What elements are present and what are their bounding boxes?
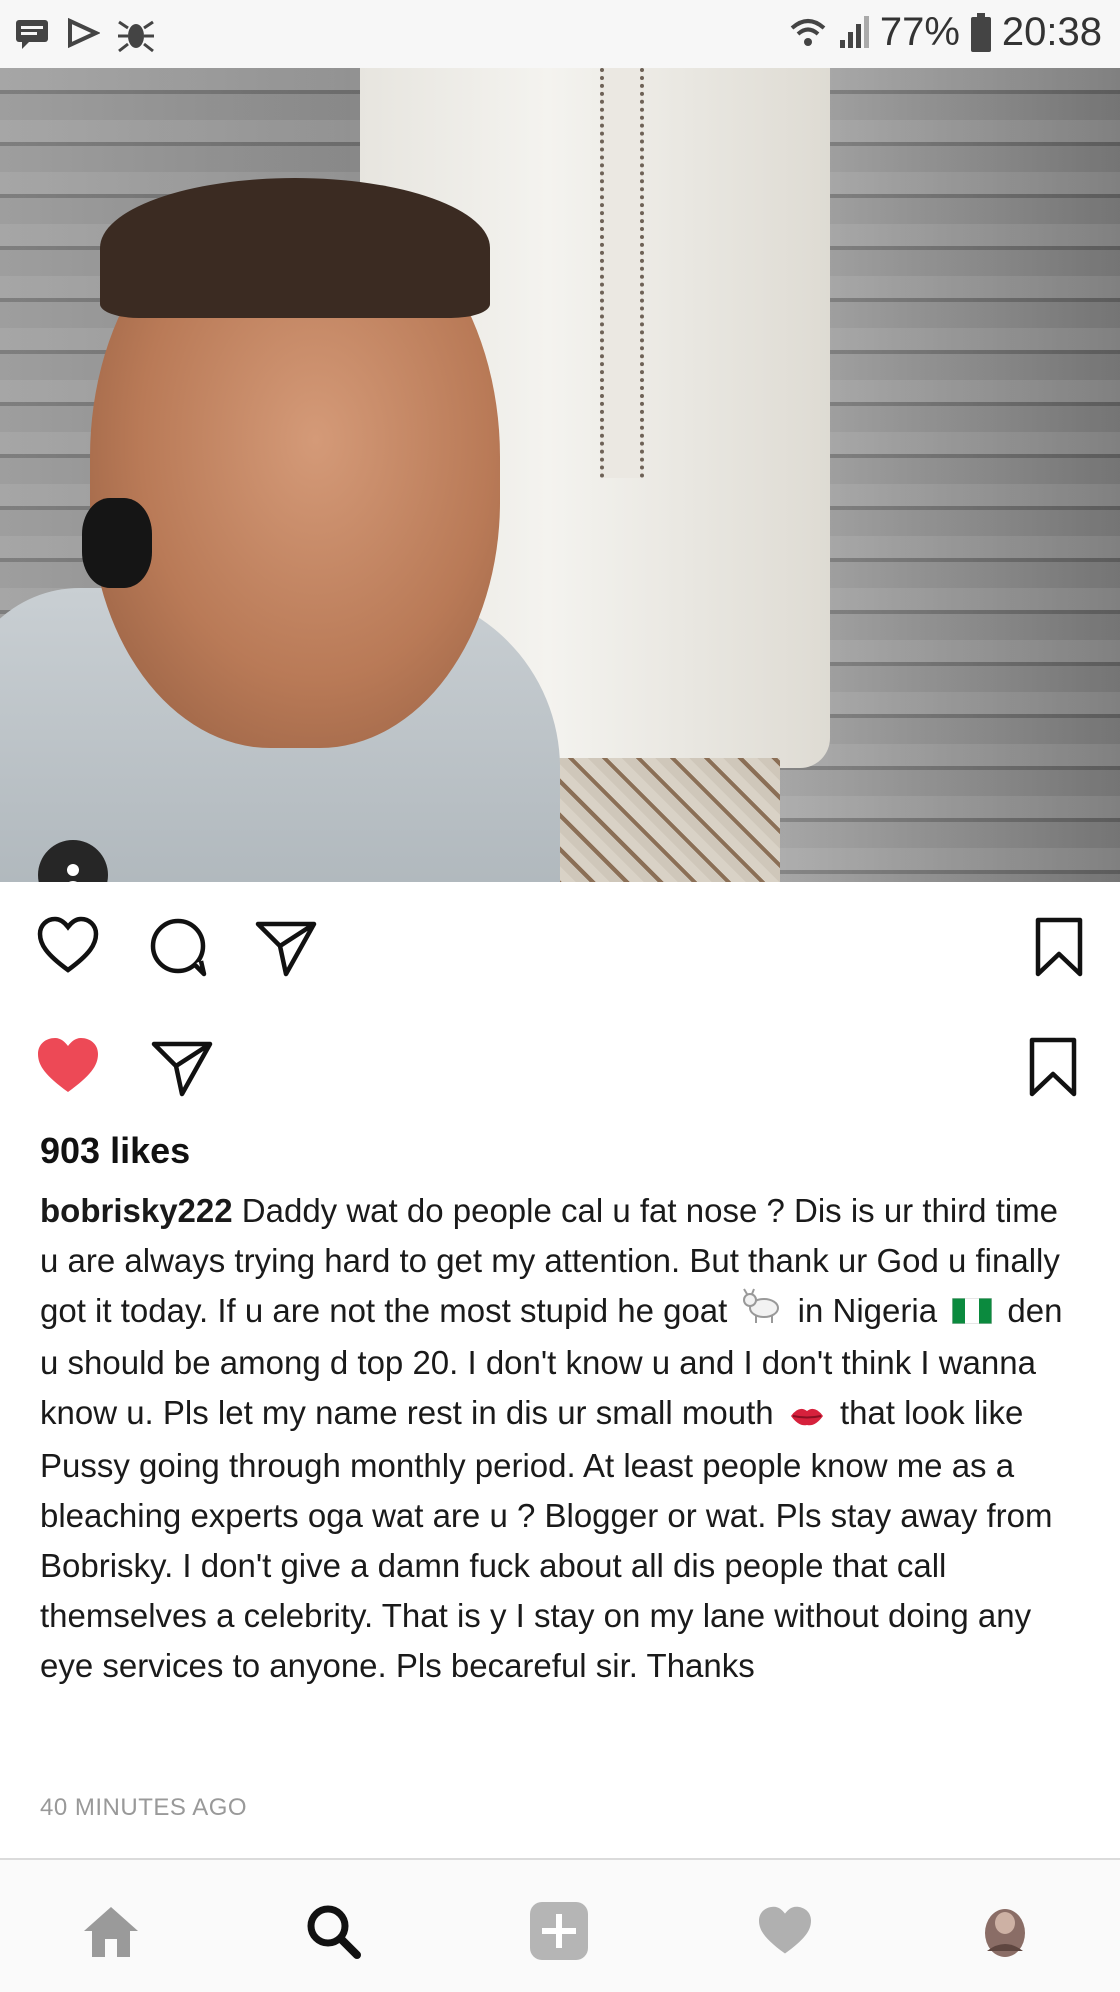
save-icon-2[interactable]	[1028, 1036, 1078, 1098]
add-icon[interactable]	[524, 1896, 594, 1966]
nigeria-flag-icon	[951, 1288, 993, 1338]
bluetooth-earpiece	[82, 498, 152, 588]
person-hair	[100, 178, 490, 318]
lips-emoji-icon	[789, 1391, 825, 1441]
goat-emoji-icon	[742, 1288, 782, 1338]
battery-percent: 77%	[879, 10, 960, 54]
caption-username[interactable]: bobrisky222	[40, 1192, 233, 1229]
activity-icon[interactable]	[750, 1896, 820, 1966]
comment-icon[interactable]	[148, 916, 210, 978]
battery-icon	[970, 12, 992, 53]
shirt-placket	[600, 68, 644, 478]
save-icon[interactable]	[1034, 916, 1084, 978]
post-photo[interactable]	[0, 68, 1120, 882]
flag-icon	[66, 17, 100, 51]
search-icon[interactable]	[298, 1896, 368, 1966]
post-timestamp: 40 MINUTES AGO	[40, 1794, 248, 1821]
caption-text-2: in Nigeria	[797, 1292, 938, 1329]
status-bar-left	[14, 14, 156, 54]
post-caption: bobrisky222 Daddy wat do people cal u fa…	[40, 1186, 1080, 1691]
action-bar-liked	[0, 1030, 1120, 1110]
bottom-navigation	[0, 1858, 1120, 1992]
status-bar-right: 77% 20:38	[788, 10, 1102, 55]
share-icon[interactable]	[254, 918, 318, 978]
bug-icon	[116, 14, 156, 54]
clock: 20:38	[1001, 10, 1102, 54]
status-bar: 77% 20:38	[0, 0, 1120, 69]
share-icon-2[interactable]	[150, 1038, 214, 1098]
likes-count[interactable]: 903 likes	[40, 1130, 190, 1172]
home-icon[interactable]	[76, 1896, 146, 1966]
caption-text-4: that look like Pussy going through month…	[40, 1394, 1053, 1684]
profile-icon[interactable]	[970, 1896, 1040, 1966]
signal-icon	[838, 15, 870, 50]
wifi-icon	[788, 16, 828, 50]
message-icon	[14, 18, 50, 50]
like-icon[interactable]	[36, 916, 100, 976]
liked-heart-icon[interactable]	[36, 1036, 100, 1096]
action-bar	[0, 910, 1120, 990]
